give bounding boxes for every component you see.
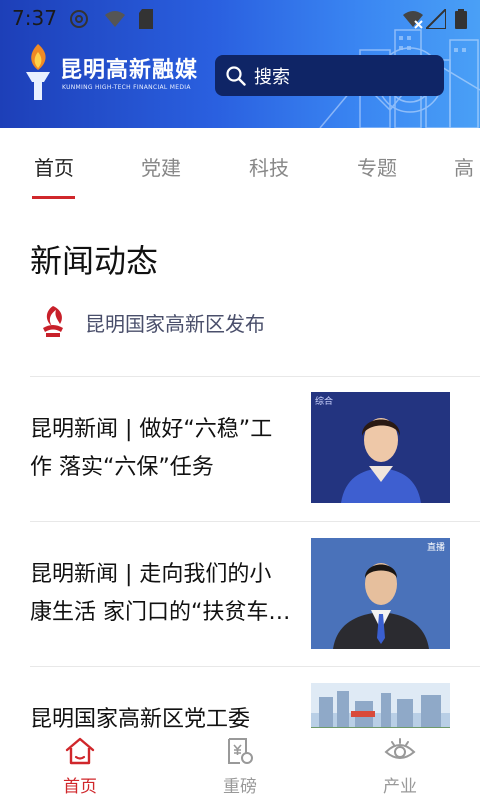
app-header: 7:37 昆明高新融媒 KUNMING HIGH-TECH FINANCIAL … <box>0 0 480 128</box>
news-thumbnail: 综合 <box>311 392 450 503</box>
tab-party-building[interactable]: 党建 <box>141 152 181 181</box>
nav-headlines[interactable]: 重磅 <box>190 728 290 800</box>
tab-high-tech[interactable]: 高 <box>454 152 474 181</box>
news-item[interactable]: 昆明新闻 | 走向我们的小康生活 家门口的“扶贫车间” 直播 <box>30 537 480 677</box>
divider <box>30 666 480 667</box>
bottom-navigation: 首页 重磅 产业 <box>0 728 480 800</box>
nav-home-label: 首页 <box>63 777 97 797</box>
signal-icon <box>426 9 446 29</box>
nav-home[interactable]: 首页 <box>30 728 130 800</box>
wifi-icon <box>403 11 423 29</box>
document-yuan-icon <box>228 738 253 764</box>
news-item[interactable]: 昆明新闻 | 做好“六稳”工作 落实“六保”任务 综合 <box>30 392 480 532</box>
torch-logo-icon <box>26 44 50 100</box>
source-name: 昆明国家高新区发布 <box>85 312 265 336</box>
search-bar[interactable]: 搜索 <box>215 55 444 96</box>
thumb-tag: 综合 <box>315 395 333 407</box>
divider <box>30 521 480 522</box>
app-screen: 7:37 昆明高新融媒 KUNMING HIGH-TECH FINANCIAL … <box>0 0 480 800</box>
tab-home[interactable]: 首页 <box>34 152 74 181</box>
tab-special-topics[interactable]: 专题 <box>357 152 397 181</box>
sd-card-icon <box>139 9 153 29</box>
nav-industry[interactable]: 产业 <box>350 728 450 800</box>
status-time: 7:37 <box>12 6 57 30</box>
search-icon <box>226 65 246 86</box>
nav-headlines-label: 重磅 <box>223 777 257 797</box>
news-title: 昆明新闻 | 走向我们的小康生活 家门口的“扶贫车间” <box>30 562 272 625</box>
tab-active-indicator <box>32 196 75 199</box>
battery-icon <box>455 9 467 29</box>
brand-subtitle: KUNMING HIGH-TECH FINANCIAL MEDIA <box>62 84 191 91</box>
brand-title: 昆明高新融媒 <box>60 58 199 83</box>
eye-icon <box>384 738 416 759</box>
brand-logo: 昆明高新融媒 KUNMING HIGH-TECH FINANCIAL MEDIA <box>20 42 210 102</box>
tab-technology[interactable]: 科技 <box>249 152 289 181</box>
search-placeholder: 搜索 <box>254 66 290 88</box>
section-title: 新闻动态 <box>30 242 159 280</box>
news-thumbnail: 直播 <box>311 538 450 649</box>
news-title: 昆明新闻 | 做好“六稳”工作 落实“六保”任务 <box>30 417 273 480</box>
at-sign-icon <box>70 10 88 28</box>
divider <box>30 376 480 377</box>
home-icon <box>65 737 95 765</box>
nav-industry-label: 产业 <box>383 777 417 797</box>
wifi-question-icon <box>105 11 125 27</box>
thumb-tag: 直播 <box>427 541 445 553</box>
news-source[interactable]: 昆明国家高新区发布 <box>30 298 480 346</box>
source-logo-icon <box>43 306 63 337</box>
status-bar: 7:37 <box>0 0 480 36</box>
